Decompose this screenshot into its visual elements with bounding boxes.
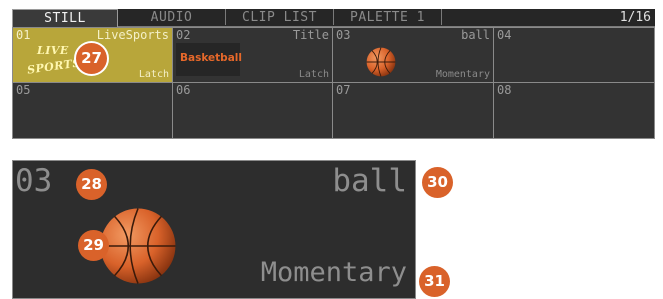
cell-number: 02	[176, 28, 191, 42]
still-cell-03[interactable]: 03 ball Momentary	[332, 27, 494, 83]
still-cell-04[interactable]: 04	[493, 27, 655, 83]
tab-palette-1[interactable]: PALETTE 1	[334, 9, 442, 25]
still-cell-06[interactable]: 06	[172, 82, 333, 139]
basketball-title-thumbnail: Basketball	[176, 43, 242, 76]
cell-mode: Latch	[138, 69, 169, 80]
callout-badge: 28	[76, 169, 107, 200]
cell-mode: Momentary	[435, 69, 490, 80]
tab-still[interactable]: STILL	[12, 9, 118, 27]
callout-badge: 27	[76, 43, 107, 74]
detail-number: 03	[15, 163, 53, 199]
cell-title: LiveSports	[96, 28, 169, 42]
still-cell-detail: 03 ball Momentary	[12, 160, 416, 299]
still-palette-panel: STILL AUDIO CLIP LIST PALETTE 1 1/16 01 …	[12, 9, 655, 139]
page-indicator: 1/16	[619, 10, 651, 25]
still-cell-07[interactable]: 07	[332, 82, 494, 139]
cell-title: ball	[461, 28, 490, 42]
tab-bar: STILL AUDIO CLIP LIST PALETTE 1 1/16	[12, 9, 655, 27]
tab-clip-list[interactable]: CLIP LIST	[226, 9, 334, 25]
callout-badge: 30	[422, 167, 453, 198]
detail-title: ball	[332, 163, 407, 199]
cell-number: 05	[16, 83, 31, 97]
still-cell-05[interactable]: 05	[12, 82, 173, 139]
still-cell-08[interactable]: 08	[493, 82, 655, 139]
thumbnail-text: Basketball	[180, 52, 242, 64]
cell-number: 04	[497, 28, 512, 42]
cell-number: 06	[176, 83, 191, 97]
still-grid: 01 LiveSports LIVE SPORTS Latch 02 Title…	[12, 27, 655, 139]
cell-number: 03	[336, 28, 351, 42]
callout-badge: 31	[419, 266, 450, 297]
basketball-image	[366, 47, 396, 77]
callout-badge: 29	[78, 230, 109, 261]
logo-text-live: LIVE	[37, 44, 69, 57]
logo-text-sports: SPORTS	[26, 56, 82, 77]
detail-mode: Momentary	[260, 257, 407, 288]
cell-number: 07	[336, 83, 351, 97]
tab-audio[interactable]: AUDIO	[118, 9, 226, 25]
cell-mode: Latch	[298, 69, 329, 80]
cell-title: Title	[292, 28, 329, 42]
basketball-image	[100, 208, 176, 284]
cell-number: 08	[497, 83, 512, 97]
still-cell-02[interactable]: 02 Title Basketball Latch	[172, 27, 333, 83]
